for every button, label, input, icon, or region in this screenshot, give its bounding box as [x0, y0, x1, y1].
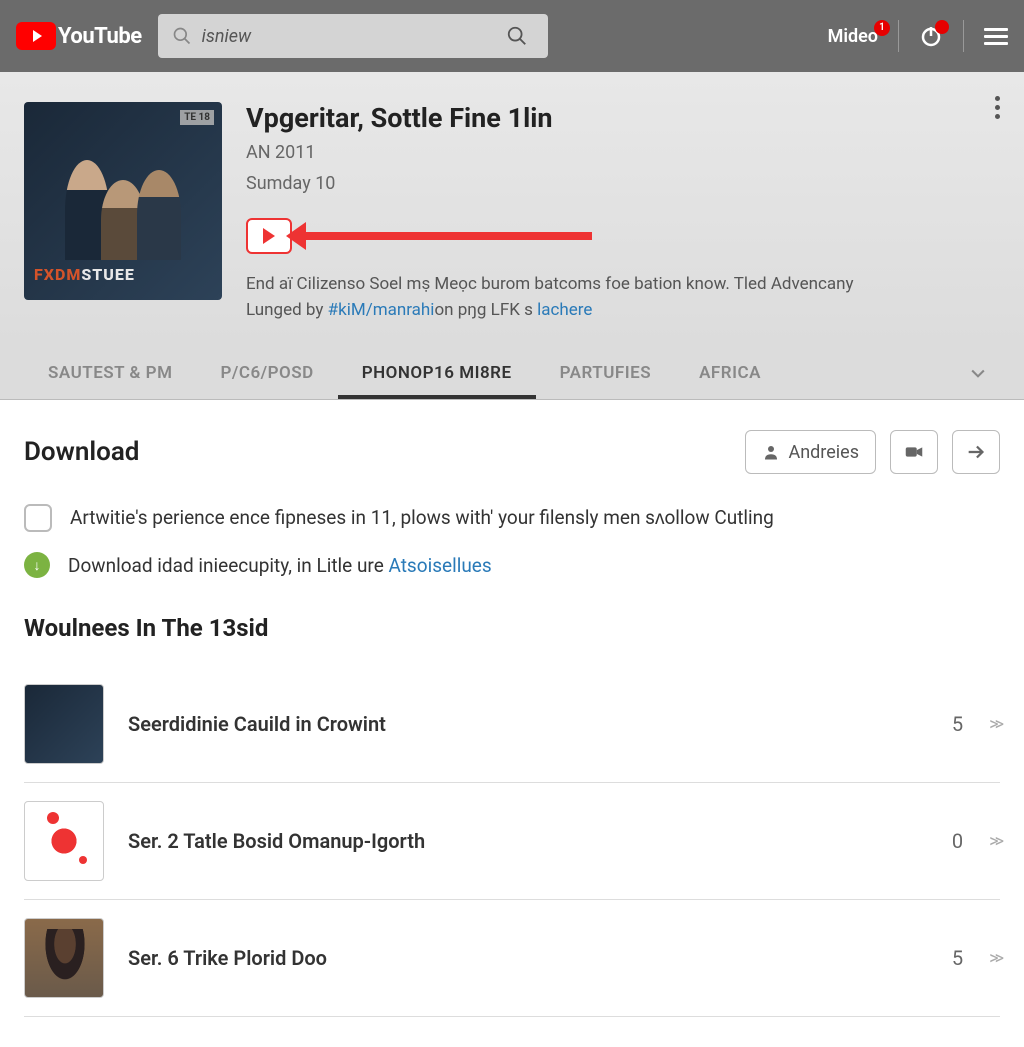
action-buttons: Andreies [745, 430, 1000, 474]
more-options-button[interactable] [995, 92, 1000, 123]
description-link[interactable]: lachere [537, 300, 592, 320]
play-icon [263, 228, 275, 244]
download-status-row: ↓ Download idad inieecupity, in Litle ur… [24, 552, 1000, 578]
tab-phonop[interactable]: PHONOP16 MI8RE [338, 347, 536, 399]
search-icon [506, 25, 528, 47]
youtube-logo[interactable]: YouTube [16, 22, 142, 50]
andreies-button[interactable]: Andreies [745, 430, 876, 474]
divider [963, 20, 964, 52]
tab-overflow-button[interactable] [956, 347, 1000, 399]
mideo-link[interactable]: Mideo 1 [828, 26, 878, 47]
arrow-right-icon [965, 441, 987, 463]
hamburger-menu-button[interactable] [984, 24, 1008, 49]
tab-africa[interactable]: AFRICA [675, 347, 785, 399]
search-icon [172, 26, 192, 46]
notification-badge: 1 [874, 20, 890, 36]
hero-section: TE 18 FXDMSTUEE Vpgeritar, Sottle Fine 1… [0, 72, 1024, 347]
video-button[interactable] [890, 430, 938, 474]
item-count: 5 [952, 712, 963, 736]
tab-pcs[interactable]: P/C6/POSD [196, 347, 337, 399]
checkbox-row: Artwitie's perience ence fipneses in 11,… [24, 504, 1000, 532]
checkbox-label: Artwitie's perience ence fipneses in 11,… [70, 506, 774, 530]
list-item[interactable]: Ser. 2 Tatle Bosid Omanup-Igorth 0 >> [24, 783, 1000, 900]
list-heading: Woulnees In The 13sid [24, 614, 1000, 642]
item-thumbnail [24, 684, 104, 764]
checkbox[interactable] [24, 504, 52, 532]
power-button[interactable] [919, 24, 943, 48]
list-item[interactable]: Seerdidinie Cauild in Crowint 5 >> [24, 666, 1000, 783]
tab-partufies[interactable]: PARTUFIES [536, 347, 676, 399]
chevron-right-icon: >> [989, 831, 1000, 852]
search-submit-button[interactable] [500, 25, 534, 47]
notification-badge [935, 20, 949, 34]
download-heading: Download [24, 437, 745, 467]
page-title: Vpgeritar, Sottle Fine 1lin [246, 102, 1000, 134]
poster-image[interactable]: TE 18 FXDMSTUEE [24, 102, 222, 300]
item-count: 0 [952, 829, 963, 853]
annotation-arrow [302, 232, 592, 240]
item-count: 5 [952, 946, 963, 970]
section-header: Download Andreies [24, 430, 1000, 474]
hero-description: End aï Cilizenso Soel mṣ Meọc burom batc… [246, 272, 1000, 323]
button-label: Andreies [788, 442, 859, 463]
hero-subtitle: Sumday 10 [246, 173, 1000, 194]
app-header: YouTube Mideo 1 [0, 0, 1024, 72]
play-row [246, 218, 1000, 254]
header-actions: Mideo 1 [828, 20, 1008, 52]
mideo-label: Mideo [828, 26, 878, 47]
hashtag-link[interactable]: #kiM/manrahi [328, 300, 435, 320]
poster-caption: FXDMSTUEE [34, 265, 135, 284]
search-box[interactable] [158, 14, 548, 58]
chevron-right-icon: >> [989, 714, 1000, 735]
chevron-right-icon: >> [989, 948, 1000, 969]
item-thumbnail [24, 918, 104, 998]
video-camera-icon [903, 441, 925, 463]
youtube-play-icon [16, 22, 56, 50]
item-thumbnail [24, 801, 104, 881]
tab-sautest[interactable]: SAUTEST & PM [24, 347, 196, 399]
search-input[interactable] [202, 26, 490, 47]
item-title: Ser. 2 Tatle Bosid Omanup-Igorth [128, 829, 928, 853]
logo-text: YouTube [58, 24, 142, 49]
download-complete-icon: ↓ [24, 552, 50, 578]
tab-bar: SAUTEST & PM P/C6/POSD PHONOP16 MI8RE PA… [0, 347, 1024, 400]
hero-year: AN 2011 [246, 142, 1000, 163]
chevron-down-icon [968, 363, 988, 383]
main-content: Download Andreies Artwitie's perience en… [0, 400, 1024, 1047]
download-status-text: Download idad inieecupity, in Litle ure … [68, 554, 492, 577]
divider [898, 20, 899, 52]
forward-button[interactable] [952, 430, 1000, 474]
user-icon [762, 443, 780, 461]
list-item[interactable]: Ser. 6 Trike Plorid Doo 5 >> [24, 900, 1000, 1017]
item-title: Ser. 6 Trike Plorid Doo [128, 946, 928, 970]
download-link[interactable]: Atsoisellues [388, 554, 491, 577]
item-title: Seerdidinie Cauild in Crowint [128, 712, 928, 736]
hero-info: Vpgeritar, Sottle Fine 1lin AN 2011 Sumd… [246, 102, 1000, 323]
